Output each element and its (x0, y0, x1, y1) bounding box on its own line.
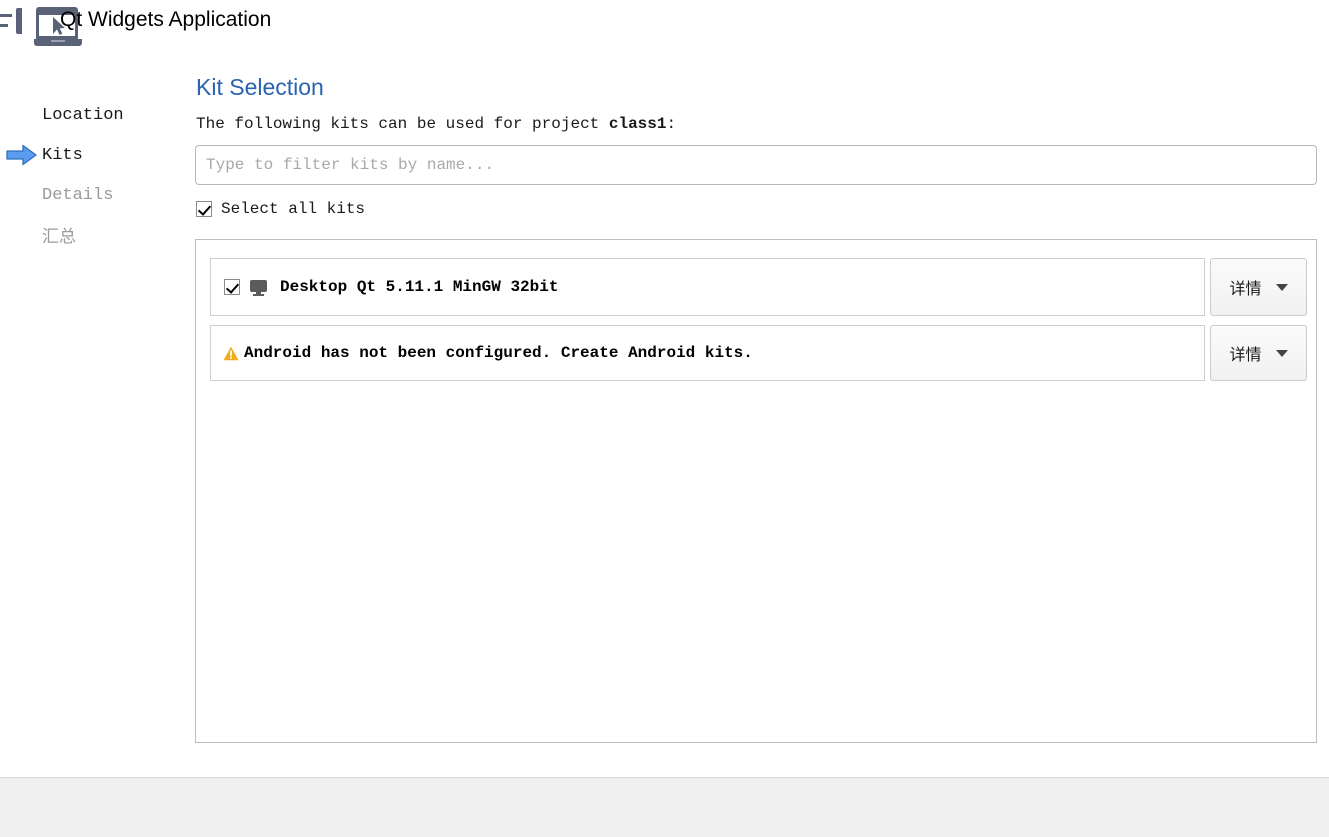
monitor-icon (250, 279, 267, 296)
wizard-dialog: Qt Widgets Application Location Kits Det… (0, 0, 1329, 837)
details-button-label: 详情 (1229, 281, 1262, 298)
sidebar-item-label: Details (42, 185, 114, 205)
sidebar-item-kits[interactable]: Kits (0, 135, 185, 175)
warning-triangle-icon (223, 346, 239, 360)
kit-details-button-android[interactable]: 详情 (1210, 325, 1307, 381)
clipped-graphic-fragment (0, 8, 22, 34)
android-warning-label: Android has not been configured. Create … (244, 344, 753, 362)
select-all-kits-row[interactable]: Select all kits (196, 198, 1317, 220)
main-content: Kit Selection The following kits can be … (195, 74, 1317, 220)
filter-kits-input[interactable] (195, 145, 1317, 185)
select-all-kits-label: Select all kits (221, 200, 366, 218)
kit-row-desktop: Desktop Qt 5.11.1 MinGW 32bit 详情 (210, 258, 1307, 316)
dialog-footer: 下一步(N) 取消 CSDN @缄默气泡水 (0, 778, 1329, 837)
details-button-label: 详情 (1229, 347, 1262, 364)
sidebar-item-details[interactable]: Details (0, 175, 185, 215)
page-title: Qt Widgets Application (60, 8, 272, 31)
kit-list-container: Desktop Qt 5.11.1 MinGW 32bit 详情 Android… (195, 239, 1317, 743)
sidebar-item-label: 汇总 (42, 229, 76, 248)
sidebar-item-location[interactable]: Location (0, 95, 185, 135)
kit-item-android-warning[interactable]: Android has not been configured. Create … (210, 325, 1205, 381)
current-step-arrow-icon (6, 144, 37, 166)
select-all-kits-checkbox[interactable] (196, 201, 212, 217)
wizard-step-list: Location Kits Details 汇总 (0, 95, 185, 255)
chevron-down-icon (1275, 283, 1288, 291)
dialog-header: Qt Widgets Application (0, 0, 1329, 70)
sidebar-item-label: Location (42, 105, 124, 125)
kit-name-label: Desktop Qt 5.11.1 MinGW 32bit (280, 278, 559, 296)
kit-checkbox-desktop[interactable] (224, 279, 240, 295)
description-suffix: : (666, 115, 677, 133)
project-name: class1 (608, 115, 667, 133)
kit-details-button-desktop[interactable]: 详情 (1210, 258, 1307, 316)
kit-selection-heading: Kit Selection (196, 74, 324, 100)
kit-row-android-warning: Android has not been configured. Create … (210, 325, 1307, 381)
kit-selection-description: The following kits can be used for proje… (196, 115, 1317, 133)
sidebar-item-label: Kits (42, 145, 83, 165)
sidebar-item-summary[interactable]: 汇总 (0, 215, 185, 255)
kit-item-desktop[interactable]: Desktop Qt 5.11.1 MinGW 32bit (210, 258, 1205, 316)
chevron-down-icon (1275, 349, 1288, 357)
description-prefix: The following kits can be used for proje… (196, 115, 609, 133)
